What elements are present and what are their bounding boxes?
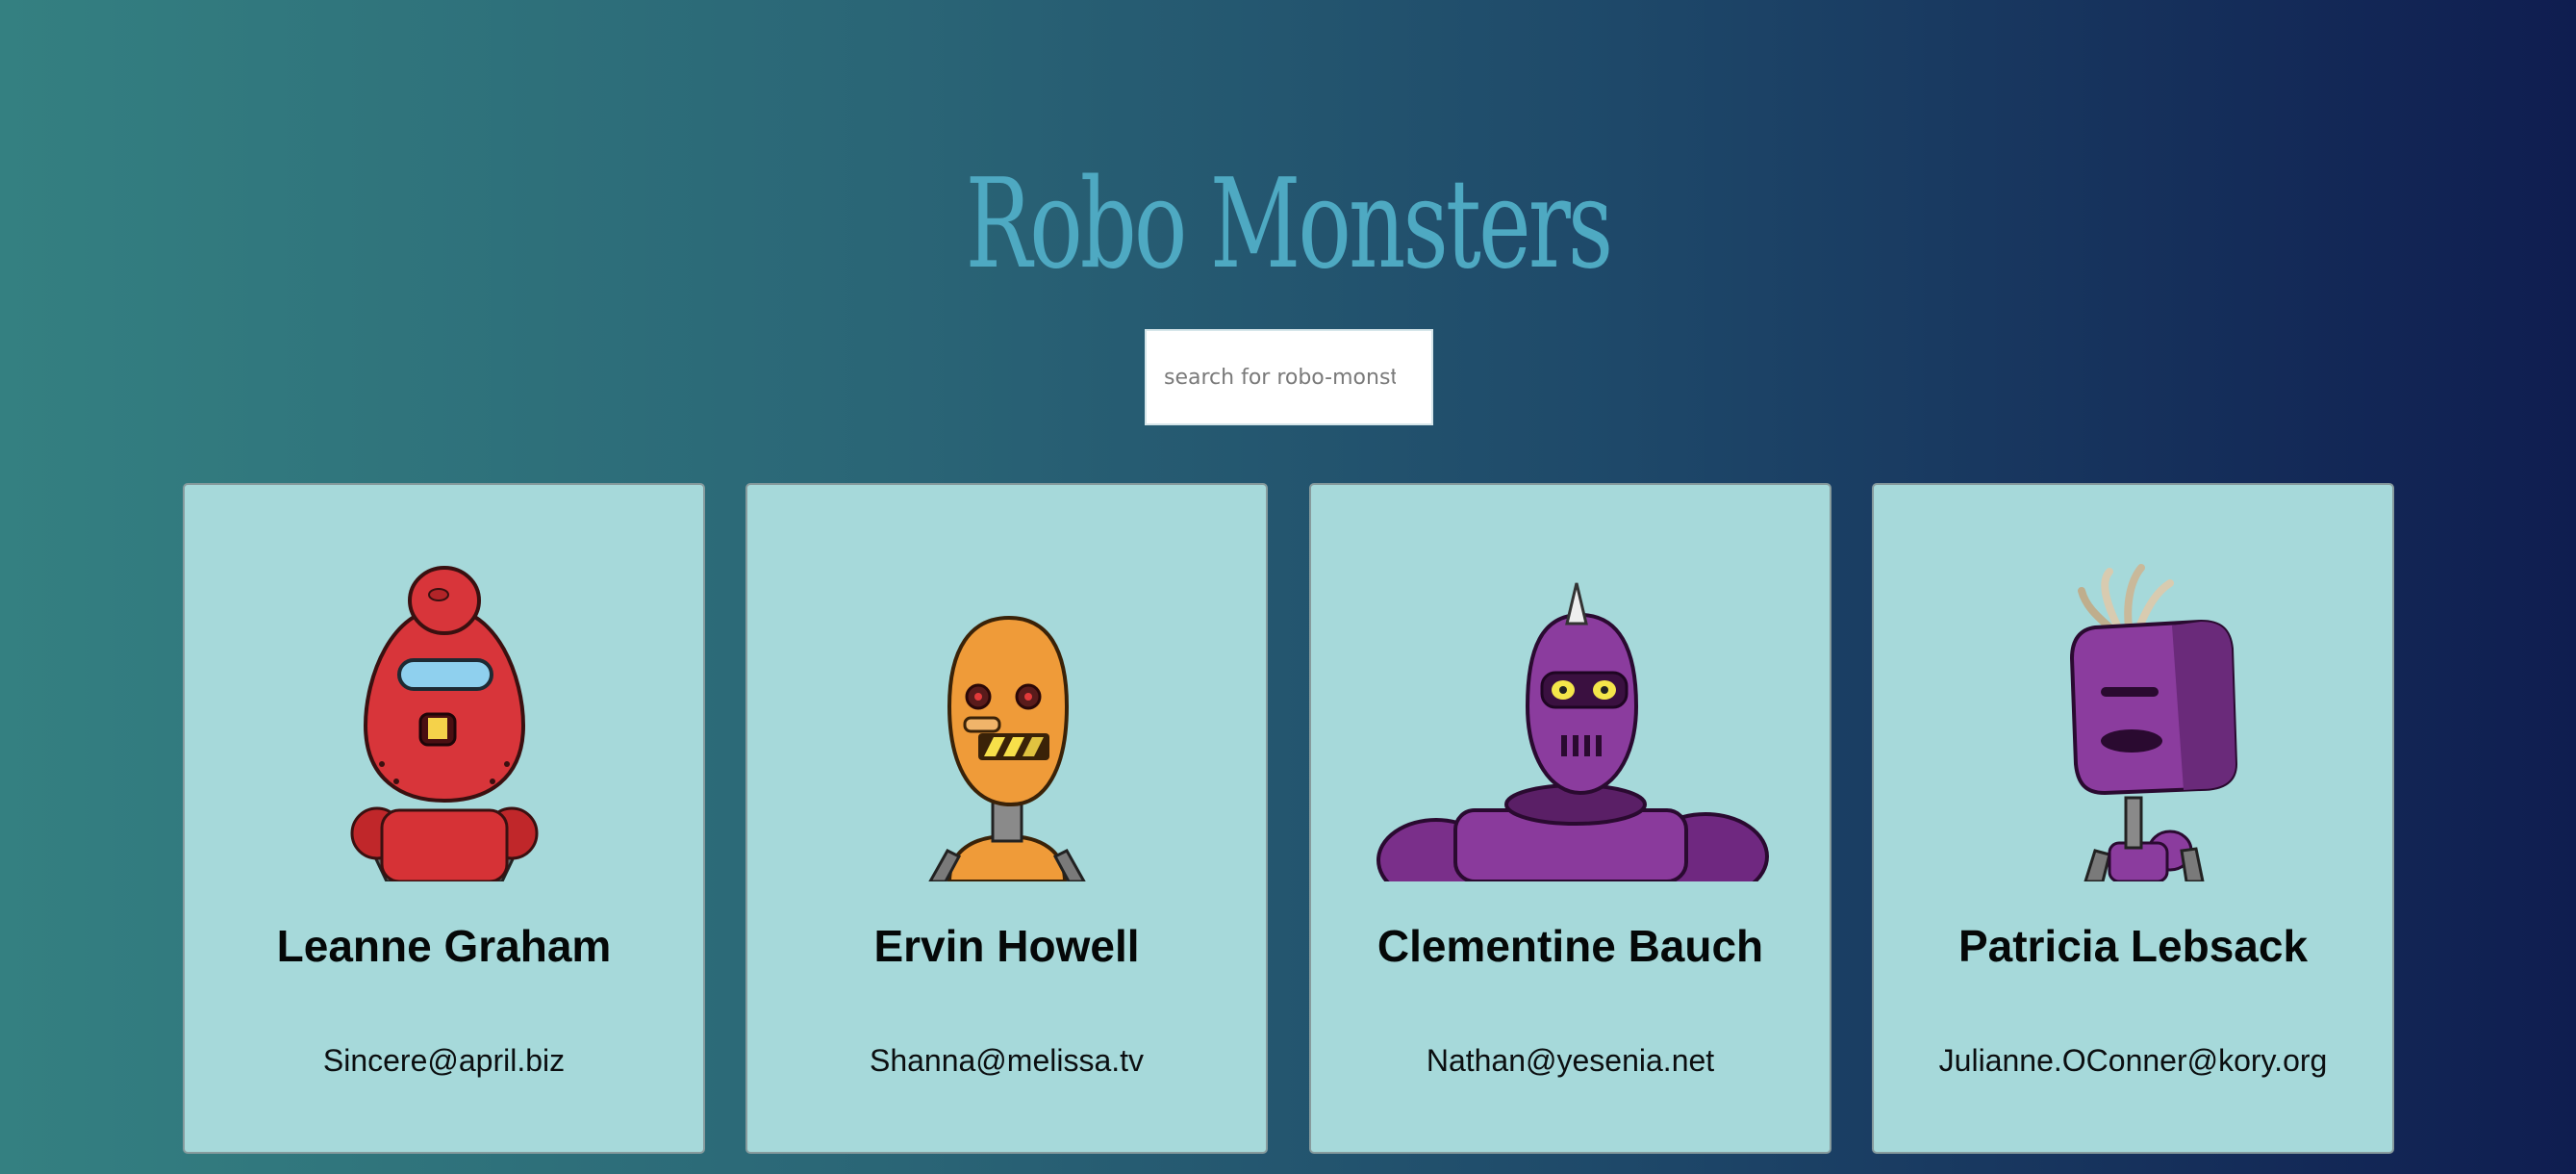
robot-card-leanne-graham[interactable]: Leanne Graham Sincere@april.biz	[183, 483, 705, 1154]
card-name: Patricia Lebsack	[1957, 921, 2309, 971]
card-email: Nathan@yesenia.net	[1426, 1043, 1715, 1078]
card-name: Ervin Howell	[873, 921, 1140, 971]
orange-robot-avatar-icon	[927, 615, 1086, 881]
purple-horned-robot-avatar-icon	[1376, 582, 1769, 881]
search-input[interactable]	[1145, 329, 1433, 425]
card-email: Shanna@melissa.tv	[869, 1043, 1145, 1078]
card-name: Clementine Bauch	[1376, 921, 1764, 971]
robot-card-clementine-bauch[interactable]: Clementine Bauch Nathan@yesenia.net	[1309, 483, 1831, 1154]
purple-box-robot-avatar-icon	[2069, 564, 2237, 881]
robot-card-patricia-lebsack[interactable]: Patricia Lebsack Julianne.OConner@kory.o…	[1872, 483, 2394, 1154]
card-email: Julianne.OConner@kory.org	[1938, 1043, 2328, 1078]
robot-card-ervin-howell[interactable]: Ervin Howell Shanna@melissa.tv	[745, 483, 1268, 1154]
card-email: Sincere@april.biz	[322, 1043, 566, 1078]
red-robot-avatar-icon	[350, 566, 538, 881]
card-name: Leanne Graham	[276, 921, 612, 971]
page-title: Robo Monsters	[965, 152, 1614, 296]
